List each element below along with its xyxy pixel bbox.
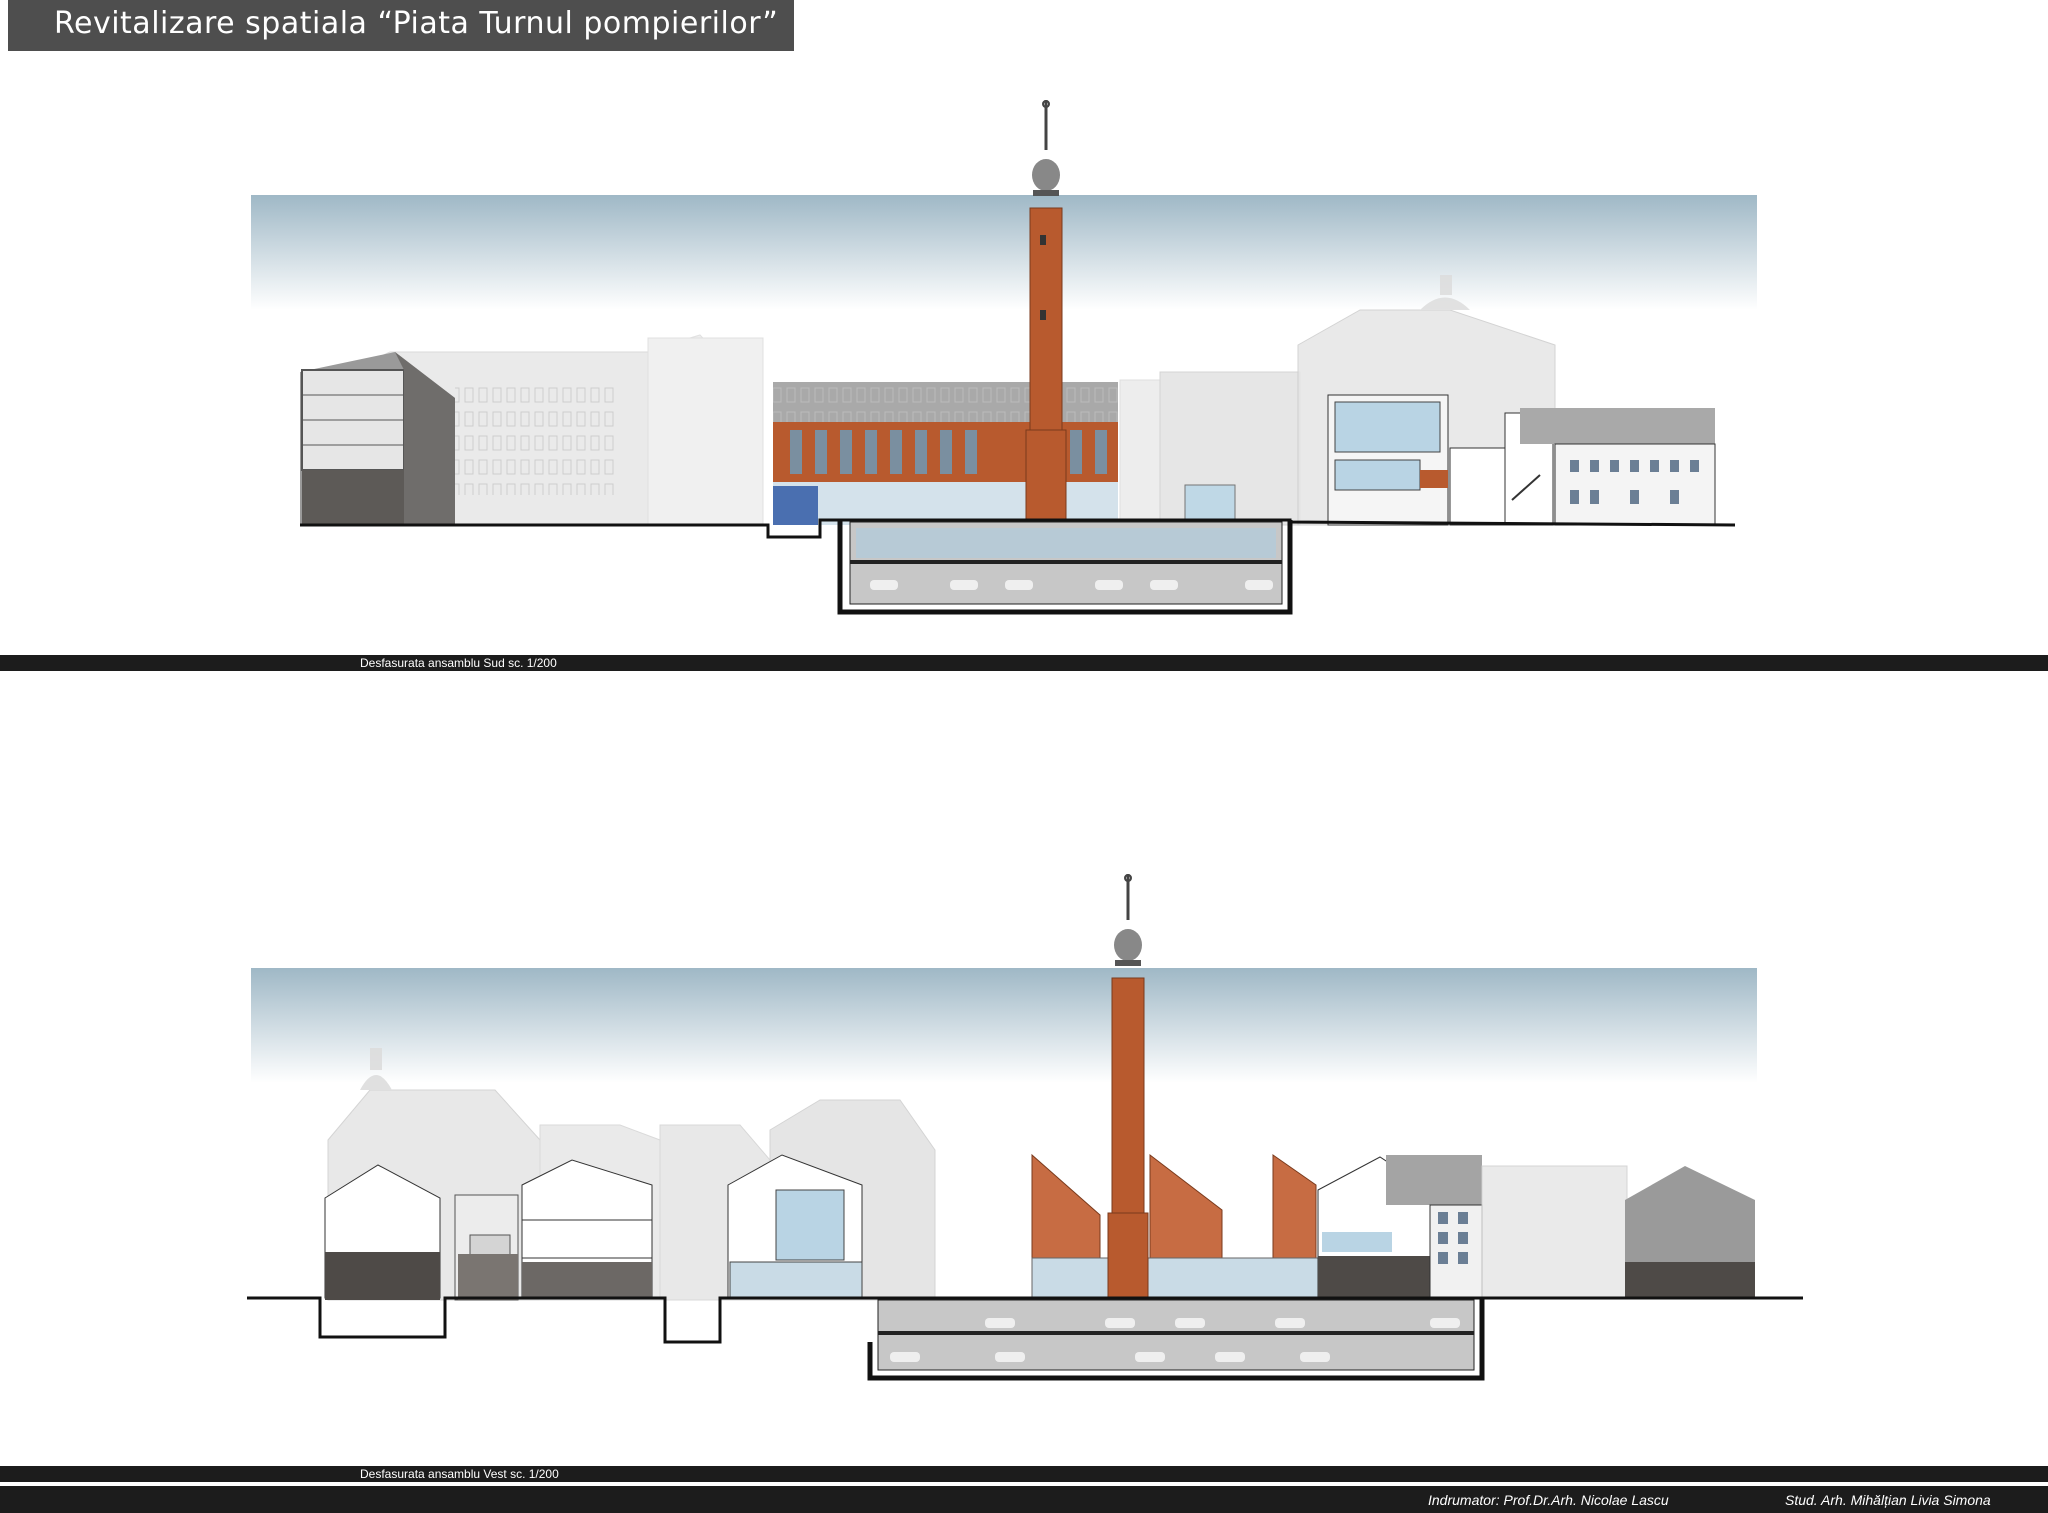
fire-tower (1107, 874, 1149, 1299)
caption-band-west (0, 1466, 2048, 1482)
caption-west: Desfasurata ansamblu Vest sc. 1/200 (360, 1467, 559, 1481)
student-credit: Stud. Arh. Mihălțian Livia Simona (1785, 1492, 1991, 1508)
caption-band-south (0, 655, 2048, 671)
fire-tower (1025, 100, 1067, 526)
sky-band (251, 195, 1757, 310)
footer-band (0, 1486, 2048, 1513)
modern-building-right (1327, 394, 1449, 526)
west-elevation-drawing (0, 860, 2048, 1420)
ghost-building-right (1481, 1165, 1628, 1299)
sky-band (251, 968, 1757, 1083)
caption-south: Desfasurata ansamblu Sud sc. 1/200 (360, 656, 557, 670)
section-building-3 (521, 1159, 653, 1299)
tutor-credit: Indrumator: Prof.Dr.Arh. Nicolae Lascu (1428, 1492, 1669, 1508)
sheet-title: Revitalizare spatiala “Piata Turnul pomp… (8, 0, 794, 51)
section-building-2 (454, 1194, 519, 1301)
underground-parking-west (867, 1298, 1485, 1381)
dark-building-right (1625, 1166, 1755, 1298)
underground-parking-south (837, 520, 1293, 615)
brick-sawtooth-building (1031, 1153, 1368, 1299)
ghost-buildings-center (1119, 371, 1301, 526)
south-elevation-drawing (0, 90, 2048, 650)
